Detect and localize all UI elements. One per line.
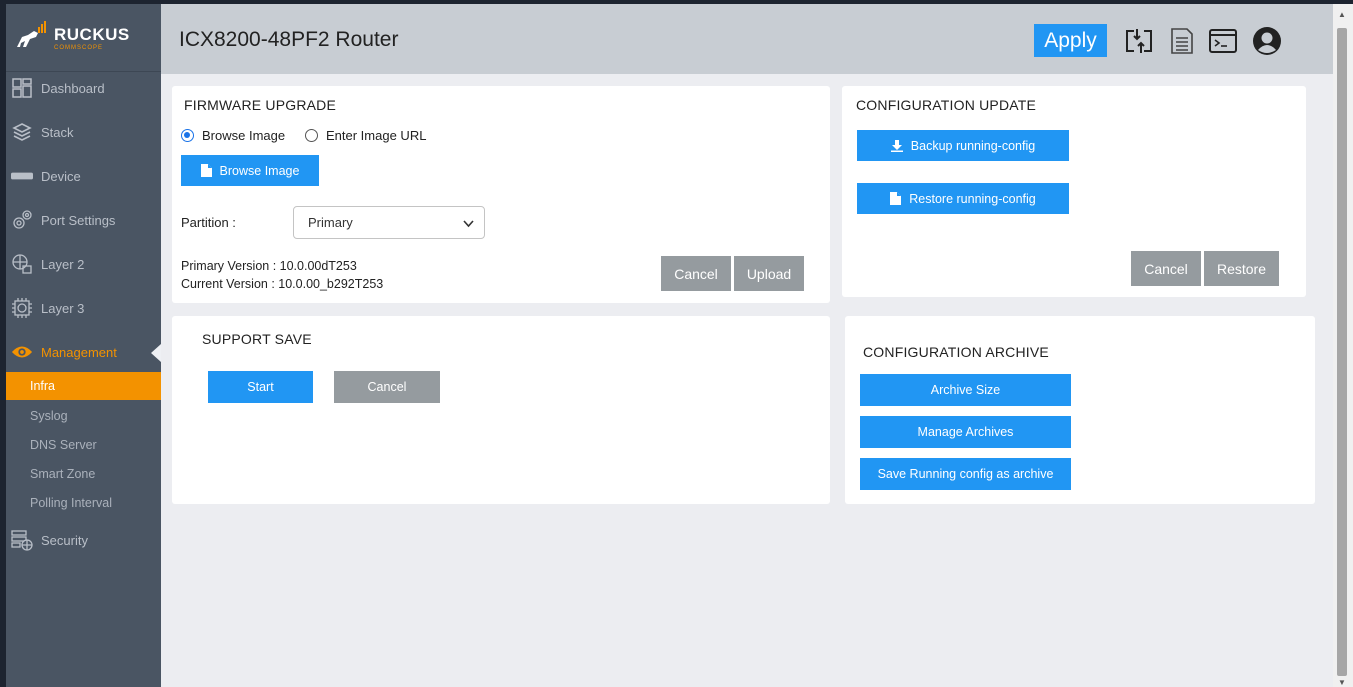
start-button[interactable]: Start <box>208 371 313 403</box>
config-cancel-button[interactable]: Cancel <box>1131 251 1201 286</box>
security-icon <box>11 529 33 551</box>
radio-browse-label: Browse Image <box>202 128 286 143</box>
restore-config-label: Restore running-config <box>909 191 1036 206</box>
partition-label: Partition : <box>181 215 236 230</box>
scroll-down-icon[interactable]: ▼ <box>1338 678 1346 687</box>
brand-subtitle: COMMSCOPE <box>54 44 104 51</box>
sidebar-subitem-dns-server[interactable]: DNS Server <box>6 431 161 459</box>
vertical-scrollbar[interactable]: ▲ ▼ <box>1333 4 1353 687</box>
dog-logo-icon <box>17 20 46 47</box>
card-title: FIRMWARE UPGRADE <box>184 97 337 113</box>
sidebar-item-label: Device <box>41 168 81 184</box>
device-icon <box>11 165 33 187</box>
switch-icon[interactable] <box>1124 26 1154 56</box>
backup-label: Backup running-config <box>910 138 1036 153</box>
file-icon <box>200 164 212 177</box>
sidebar-item-layer-2[interactable]: Layer 2 <box>6 244 161 284</box>
sidebar-subitem-polling-interval[interactable]: Polling Interval <box>6 489 161 517</box>
sidebar-item-label: Dashboard <box>41 80 105 96</box>
save-running-config-archive-button[interactable]: Save Running config as archive <box>860 458 1071 490</box>
sidebar-item-label: Stack <box>41 124 74 140</box>
sidebar-item-device[interactable]: Device <box>6 156 161 196</box>
upload-button[interactable]: Upload <box>734 256 804 291</box>
download-icon <box>890 139 903 152</box>
active-indicator <box>151 344 161 362</box>
sidebar: RUCKUS COMMSCOPE Dashboard Stack Device … <box>6 4 161 687</box>
browse-image-button[interactable]: Browse Image <box>181 155 319 186</box>
scroll-up-icon[interactable]: ▲ <box>1338 10 1346 19</box>
partition-select[interactable]: Primary <box>293 206 485 239</box>
primary-version: Primary Version : 10.0.00dT253 <box>181 259 357 273</box>
radio-browse-image[interactable] <box>181 129 194 142</box>
sidebar-item-layer-3[interactable]: Layer 3 <box>6 288 161 328</box>
sidebar-item-label: Security <box>41 532 88 548</box>
cli-terminal-icon[interactable] <box>1208 26 1238 56</box>
subitem-label: Smart Zone <box>30 467 96 481</box>
restore-running-config-button[interactable]: Restore running-config <box>857 183 1069 214</box>
support-save-card: SUPPORT SAVE Start Cancel <box>172 316 830 504</box>
card-title: SUPPORT SAVE <box>202 331 312 347</box>
radio-enter-url[interactable] <box>305 129 318 142</box>
sidebar-item-label: Port Settings <box>41 212 116 228</box>
layer2-icon <box>11 253 33 275</box>
subitem-label: Polling Interval <box>30 496 112 510</box>
page-title: ICX8200-48PF2 Router <box>179 28 399 51</box>
layer3-icon <box>11 297 33 319</box>
sidebar-item-stack[interactable]: Stack <box>6 112 161 152</box>
sidebar-item-label: Management <box>41 344 117 360</box>
brand-name: RUCKUS <box>54 24 130 44</box>
radio-url-label: Enter Image URL <box>326 128 427 143</box>
support-cancel-button[interactable]: Cancel <box>334 371 440 403</box>
partition-value: Primary <box>308 215 353 230</box>
sidebar-subitem-infra[interactable]: Infra <box>6 372 161 400</box>
sidebar-item-management[interactable]: Management <box>6 332 161 372</box>
configuration-update-card: CONFIGURATION UPDATE Backup running-conf… <box>842 86 1306 297</box>
subitem-label: Infra <box>30 379 56 393</box>
firmware-cancel-button[interactable]: Cancel <box>661 256 731 291</box>
file-icon <box>890 192 902 205</box>
sidebar-subitem-syslog[interactable]: Syslog <box>6 402 161 430</box>
brand-logo[interactable]: RUCKUS COMMSCOPE <box>6 4 161 72</box>
subitem-label: DNS Server <box>30 438 97 452</box>
manage-archives-button[interactable]: Manage Archives <box>860 416 1071 448</box>
card-title: CONFIGURATION UPDATE <box>856 97 1037 113</box>
sidebar-item-dashboard[interactable]: Dashboard <box>6 68 161 108</box>
top-header: ICX8200-48PF2 Router Apply <box>161 4 1333 74</box>
subitem-label: Syslog <box>30 409 68 423</box>
firmware-upgrade-card: FIRMWARE UPGRADE Browse Image Enter Imag… <box>172 86 830 303</box>
apply-button[interactable]: Apply <box>1034 24 1107 57</box>
sidebar-item-security[interactable]: Security <box>6 520 161 560</box>
sidebar-item-port-settings[interactable]: Port Settings <box>6 200 161 240</box>
browse-image-label: Browse Image <box>219 163 300 178</box>
user-avatar-icon[interactable] <box>1252 26 1282 56</box>
current-version: Current Version : 10.0.00_b292T253 <box>181 277 384 291</box>
card-title: CONFIGURATION ARCHIVE <box>863 344 1049 360</box>
gears-icon <box>11 209 33 231</box>
sidebar-item-label: Layer 3 <box>41 300 85 316</box>
configuration-archive-card: CONFIGURATION ARCHIVE Archive Size Manag… <box>845 316 1315 504</box>
eye-icon <box>11 341 33 363</box>
scroll-thumb[interactable] <box>1337 28 1347 676</box>
chevron-down-icon <box>463 216 474 231</box>
sidebar-item-label: Layer 2 <box>41 256 85 272</box>
sidebar-subitem-smart-zone[interactable]: Smart Zone <box>6 460 161 488</box>
save-icon[interactable] <box>1167 26 1197 56</box>
backup-running-config-button[interactable]: Backup running-config <box>857 130 1069 161</box>
stack-layers-icon <box>11 121 33 143</box>
archive-size-button[interactable]: Archive Size <box>860 374 1071 406</box>
restore-button[interactable]: Restore <box>1204 251 1279 286</box>
dashboard-icon <box>11 77 33 99</box>
